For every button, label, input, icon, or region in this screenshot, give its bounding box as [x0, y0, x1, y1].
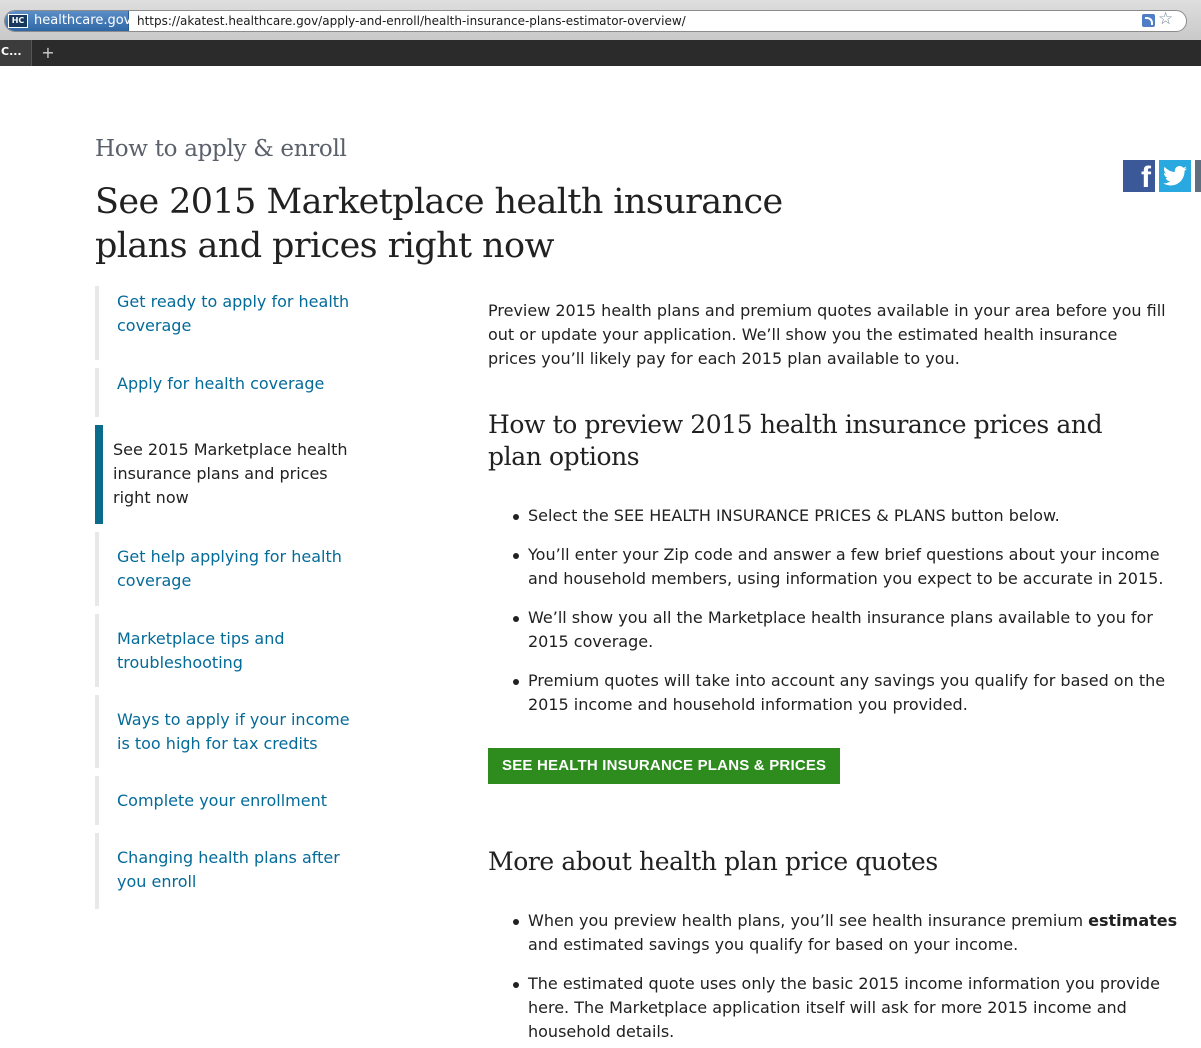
site-favicon-icon: HC [8, 14, 28, 28]
new-tab-plus-icon[interactable]: + [40, 43, 56, 63]
section-eyebrow: How to apply & enroll [95, 136, 347, 162]
browser-tab[interactable]: C... [0, 40, 32, 66]
address-bar[interactable]: HC healthcare.gov https://akatest.health… [4, 10, 1187, 32]
facebook-icon[interactable]: f [1123, 160, 1155, 194]
bookmark-star-icon[interactable]: ☆ [1158, 11, 1176, 28]
quotes-info-list: When you preview health plans, you’ll se… [488, 909, 1178, 1048]
list-item-text: When you preview health plans, you’ll se… [528, 911, 1089, 930]
sidebar-item-get-help[interactable]: Get help applying for health coverage [95, 532, 365, 606]
sidebar-item-tips[interactable]: Marketplace tips and troubleshooting [95, 614, 365, 687]
list-item: The estimated quote uses only the basic … [513, 972, 1178, 1044]
list-item-text: and estimated savings you qualify for ba… [528, 935, 1019, 954]
social-share: f [1123, 160, 1201, 194]
twitter-icon[interactable] [1159, 160, 1191, 192]
sidebar-item-apply[interactable]: Apply for health coverage [95, 368, 365, 417]
site-identity-badge[interactable]: HC healthcare.gov [5, 11, 132, 31]
emphasis-estimates: estimates [1088, 911, 1178, 930]
preview-steps-list: Select the SEE HEALTH INSURANCE PRICES &… [488, 504, 1178, 732]
sidebar-item-complete-enrollment[interactable]: Complete your enrollment [95, 776, 365, 825]
url-text[interactable]: https://akatest.healthcare.gov/apply-and… [137, 13, 686, 29]
list-item: We’ll show you all the Marketplace healt… [513, 606, 1178, 654]
sidebar-item-income-too-high[interactable]: Ways to apply if your income is too high… [95, 695, 365, 768]
section-heading-preview: How to preview 2015 health insurance pri… [488, 410, 1103, 471]
list-item: Select the SEE HEALTH INSURANCE PRICES &… [513, 504, 1178, 528]
list-item: When you preview health plans, you’ll se… [513, 909, 1178, 957]
list-item: Premium quotes will take into account an… [513, 669, 1178, 717]
see-plans-prices-button[interactable]: SEE HEALTH INSURANCE PLANS & PRICES [488, 748, 841, 784]
list-item: You’ll enter your Zip code and answer a … [513, 543, 1178, 591]
browser-toolbar: HC healthcare.gov https://akatest.health… [0, 0, 1201, 40]
sidebar-item-see-plans-active[interactable]: See 2015 Marketplace health insurance pl… [95, 425, 365, 524]
more-share-icon[interactable] [1195, 160, 1201, 192]
section-heading-more-about: More about health plan price quotes [488, 847, 938, 876]
main-content: Preview 2015 health plans and premium qu… [488, 299, 1178, 1041]
list-item-text: The estimated quote uses only the basic … [528, 974, 1160, 1041]
sidebar-item-changing-plans[interactable]: Changing health plans after you enroll [95, 833, 365, 909]
site-identity-label: healthcare.gov [34, 13, 132, 28]
sidebar-nav: Get ready to apply for health coverage A… [95, 286, 365, 917]
twitter-bird-icon [1163, 166, 1187, 186]
sidebar-item-get-ready[interactable]: Get ready to apply for health coverage [95, 286, 365, 360]
intro-paragraph: Preview 2015 health plans and premium qu… [488, 301, 1166, 368]
tab-strip: C... + [0, 40, 1201, 66]
page-title: See 2015 Marketplace health insurance pl… [95, 182, 783, 266]
rss-feed-icon[interactable] [1142, 14, 1155, 27]
